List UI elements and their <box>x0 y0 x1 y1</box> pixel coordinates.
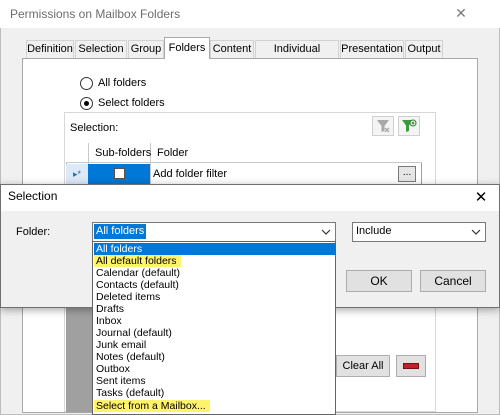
column-folder[interactable]: Folder <box>157 147 188 159</box>
dropdown-item-journal[interactable]: Journal (default) <box>94 327 172 339</box>
dialog-title-bar <box>1 185 499 211</box>
radio-select-folders-label: Select folders <box>98 97 165 109</box>
tab-output[interactable]: Output <box>405 40 443 58</box>
dropdown-item-tasks[interactable]: Tasks (default) <box>94 387 164 399</box>
tab-selection[interactable]: Selection <box>75 40 127 58</box>
filter-remove-icon[interactable] <box>372 116 394 136</box>
column-subfolders[interactable]: Sub-folders <box>95 147 151 159</box>
dropdown-item-all-default-folders[interactable]: All default folders <box>94 255 181 267</box>
dropdown-item-outbox[interactable]: Outbox <box>94 363 130 375</box>
dropdown-item-select-from-mailbox[interactable]: Select from a Mailbox... <box>94 400 210 412</box>
tab-individual-reports[interactable]: Individual reports <box>255 40 339 71</box>
tab-definition[interactable]: Definition <box>26 40 74 58</box>
ok-button[interactable]: OK <box>346 270 412 292</box>
dialog-title: Selection <box>8 189 58 203</box>
folder-dropdown-list: All folders All default folders Calendar… <box>92 241 336 415</box>
window-title: Permissions on Mailbox Folders <box>10 7 181 21</box>
radio-all-folders[interactable] <box>80 77 93 90</box>
folder-cell[interactable]: Add folder filter <box>153 168 227 180</box>
include-combobox-value[interactable]: Include <box>356 225 391 237</box>
radio-select-folders[interactable] <box>80 97 93 110</box>
filter-add-icon[interactable] <box>398 116 420 136</box>
tab-presentation[interactable]: Presentation <box>340 40 404 58</box>
selection-label: Selection: <box>70 122 119 134</box>
tab-folders[interactable]: Folders <box>164 37 210 59</box>
window-close-icon[interactable]: ✕ <box>446 2 476 24</box>
chevron-down-icon[interactable] <box>318 223 334 241</box>
dropdown-item-notes[interactable]: Notes (default) <box>94 351 165 363</box>
tab-group[interactable]: Group <box>128 40 164 58</box>
dropdown-item-calendar[interactable]: Calendar (default) <box>94 267 180 279</box>
dropdown-item-contacts[interactable]: Contacts (default) <box>94 279 179 291</box>
radio-selected-dot <box>84 101 89 106</box>
dropdown-item-deleted-items[interactable]: Deleted items <box>94 291 160 303</box>
cancel-button[interactable]: Cancel <box>420 270 486 292</box>
dropdown-item-all-folders[interactable]: All folders <box>94 243 336 255</box>
subfolders-checkbox[interactable] <box>114 168 125 179</box>
row-pointer-icon[interactable]: ▸* <box>66 164 88 184</box>
browse-button[interactable]: ... <box>398 166 416 182</box>
dialog-close-icon[interactable]: ✕ <box>466 186 496 208</box>
tab-content[interactable]: Content <box>210 40 254 58</box>
dropdown-item-junk-email[interactable]: Junk email <box>94 339 146 351</box>
dropdown-item-drafts[interactable]: Drafts <box>94 303 124 315</box>
folder-label: Folder: <box>16 226 51 238</box>
folder-combobox-value[interactable]: All folders <box>94 224 147 239</box>
dropdown-item-inbox[interactable]: Inbox <box>94 315 122 327</box>
chevron-down-icon[interactable] <box>468 223 484 241</box>
remove-icon[interactable] <box>396 355 426 377</box>
radio-all-folders-label: All folders <box>98 77 147 89</box>
dropdown-item-sent-items[interactable]: Sent items <box>94 375 146 387</box>
clear-all-button[interactable]: Clear All <box>336 355 390 377</box>
